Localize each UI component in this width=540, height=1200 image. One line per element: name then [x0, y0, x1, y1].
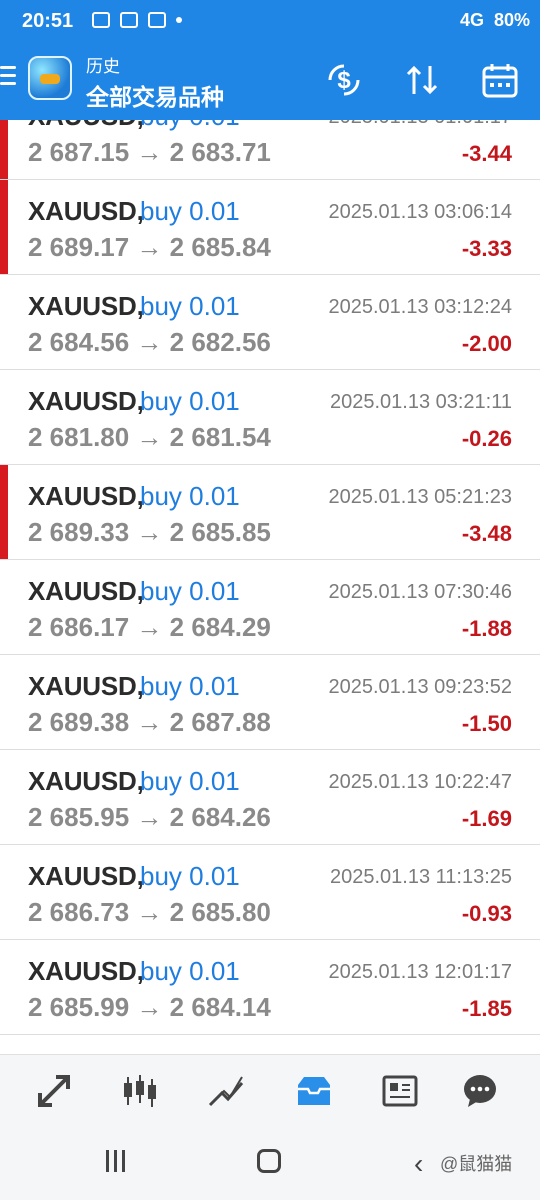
- deal-prices: 2 684.56 → 2 682.56: [28, 327, 271, 357]
- deal-profit: -2.00: [461, 331, 512, 356]
- deal-prices: 2 686.73 → 2 685.80: [28, 897, 271, 927]
- back-icon[interactable]: ‹: [414, 1148, 423, 1180]
- deal-time: 2025.01.13 07:30:46: [328, 581, 512, 603]
- sort-icon[interactable]: [402, 60, 442, 100]
- network-label: 4G: [459, 10, 484, 30]
- deal-prices: 2 685.99 → 2 684.14: [28, 992, 271, 1022]
- deal-type: buy 0.01: [140, 576, 240, 606]
- deal-type: buy 0.01: [140, 766, 240, 796]
- deal-time: 2025.01.13 11:13:25: [329, 866, 512, 888]
- chat-icon[interactable]: [460, 1071, 500, 1111]
- deal-time: 2025.01.13 05:21:23: [328, 486, 512, 508]
- notification-dot-icon: [176, 17, 182, 23]
- deal-row[interactable]: XAUUSD, buy 0.01 2025.01.13 03:21:11 2 681.…: [0, 370, 540, 465]
- deal-symbol: XAUUSD,: [28, 481, 144, 511]
- bottom-navigation: [0, 1054, 540, 1124]
- deal-row[interactable]: XAUUSD, buy 0.01 2025.01.13 03:12:24 2 684.…: [0, 275, 540, 370]
- symbol-filter[interactable]: 全部交易品种: [86, 78, 224, 112]
- deal-type: buy 0.01: [140, 671, 240, 701]
- app-notification-icon: [120, 12, 138, 28]
- deal-row[interactable]: XAUUSD, buy 0.01 2025.01.13 09:23:52 2 689.…: [0, 655, 540, 750]
- deal-profit: -1.88: [461, 616, 512, 641]
- status-left-icons: [92, 12, 182, 28]
- deal-type: buy 0.01: [140, 956, 240, 986]
- deal-profit: -3.48: [461, 521, 512, 546]
- deal-type: buy 0.01: [140, 196, 240, 226]
- deal-profit: -0.93: [461, 901, 512, 926]
- svg-text:$: $: [337, 67, 351, 94]
- deal-time: 2025.01.13 10:22:47: [328, 771, 512, 793]
- deal-profit: -1.50: [461, 711, 512, 736]
- deal-profit: -3.33: [461, 236, 512, 261]
- deal-type: buy 0.01: [140, 291, 240, 321]
- deal-type: buy 0.01: [140, 861, 240, 891]
- dollar-sort-icon[interactable]: $: [324, 60, 364, 100]
- deal-type: buy 0.01: [140, 481, 240, 511]
- deal-prices: 2 689.33 → 2 685.85: [28, 517, 271, 547]
- deal-row[interactable]: XAUUSD, buy 0.01 2025.01.13 10:22:47 2 685.…: [0, 750, 540, 845]
- deal-profit: -1.85: [461, 996, 512, 1021]
- status-time: 20:51: [22, 10, 74, 32]
- recents-icon[interactable]: [106, 1150, 132, 1172]
- app-bar: 历史 全部交易品种 $: [0, 44, 540, 120]
- deal-prices: 2 686.17 → 2 684.29: [28, 612, 271, 642]
- history-icon[interactable]: [294, 1071, 334, 1111]
- deal-row[interactable]: XAUUSD, buy 0.01 2025.01.13 03:06:14 2 689.…: [0, 180, 540, 275]
- deal-row[interactable]: XAUUSD, buy 0.01 2025.01.13 12:01:17 2 685.…: [0, 940, 540, 1035]
- quotes-icon[interactable]: [34, 1071, 74, 1111]
- deal-prices: 2 681.80 → 2 681.54: [28, 422, 271, 452]
- chart-icon[interactable]: [120, 1071, 160, 1111]
- deal-symbol: XAUUSD,: [28, 861, 144, 891]
- page-title: 历史: [86, 57, 120, 76]
- deal-type: buy 0.01: [140, 386, 240, 416]
- deal-row[interactable]: XAUUSD,buy 0.01: [0, 1035, 540, 1054]
- history-list[interactable]: XAUUSD,buy 0.012025.01.13 01:01:172 687.…: [0, 120, 540, 1054]
- deal-time: 2025.01.13 03:06:14: [328, 201, 512, 223]
- news-icon[interactable]: [380, 1071, 420, 1111]
- deal-prices: 2 685.95 → 2 684.26: [28, 802, 271, 832]
- system-navigation: ‹ @鼠猫猫: [0, 1124, 540, 1200]
- deal-prices: 2 689.17 → 2 685.84: [28, 232, 271, 262]
- deal-profit: -0.26: [461, 426, 512, 451]
- calendar-icon[interactable]: [480, 60, 520, 100]
- cloud-icon: [148, 12, 166, 28]
- deal-row[interactable]: XAUUSD,buy 0.01 2025.01.13 01:01:17 2 687.…: [0, 120, 540, 180]
- deal-prices: 2 687.15 → 2 683.71: [28, 137, 271, 167]
- deal-time: 2025.01.13 03:12:24: [328, 296, 512, 318]
- menu-icon[interactable]: [0, 66, 16, 86]
- deal-symbol: XAUUSD,: [28, 766, 144, 796]
- deal-symbol: XAUUSD,: [28, 386, 144, 416]
- deal-time: 2025.01.13 01:01:17: [328, 120, 512, 129]
- deal-profit: -1.69: [461, 806, 512, 831]
- deal-time: 2025.01.13 09:23:52: [328, 676, 512, 698]
- deal-symbol: XAUUSD,: [28, 196, 144, 226]
- deal-type: buy 0.01: [140, 120, 240, 132]
- deal-symbol: XAUUSD,: [28, 671, 144, 701]
- deal-row[interactable]: XAUUSD, buy 0.01 2025.01.13 07:30:46 2 686.…: [0, 560, 540, 655]
- deal-prices: 2 689.38 → 2 687.88: [28, 707, 271, 737]
- status-bar: 20:51 4G 80%: [0, 0, 540, 44]
- deal-time: 2025.01.13 03:21:11: [329, 391, 512, 413]
- deal-symbol: XAUUSD,: [28, 291, 144, 321]
- app-logo-icon: [28, 56, 72, 100]
- watermark: @鼠猫猫: [440, 1154, 513, 1174]
- deal-symbol: XAUUSD,: [28, 576, 144, 606]
- deal-symbol: XAUUSD,: [28, 120, 144, 132]
- gallery-icon: [92, 12, 110, 28]
- status-right: 4G 80%: [460, 10, 530, 31]
- deal-row[interactable]: XAUUSD, buy 0.01 2025.01.13 11:13:25 2 686.…: [0, 845, 540, 940]
- home-icon[interactable]: [257, 1149, 281, 1173]
- deal-row[interactable]: XAUUSD, buy 0.01 2025.01.13 05:21:23 2 689.…: [0, 465, 540, 560]
- deal-time: 2025.01.13 12:01:17: [328, 961, 512, 983]
- battery-percent: 80%: [493, 10, 530, 30]
- trade-icon[interactable]: [206, 1071, 246, 1111]
- deal-profit: -3.44: [461, 141, 512, 166]
- deal-symbol: XAUUSD,: [28, 956, 144, 986]
